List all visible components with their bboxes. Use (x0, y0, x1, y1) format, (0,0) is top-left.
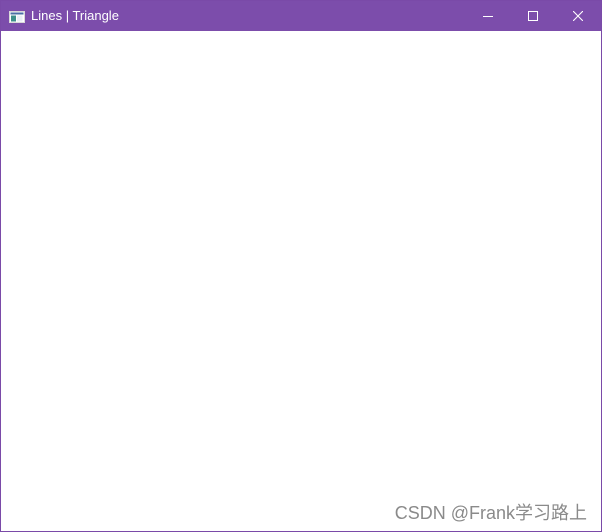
close-button[interactable] (555, 1, 601, 31)
maximize-icon (528, 11, 538, 21)
window-title: Lines | Triangle (31, 8, 119, 23)
app-window: Lines | Triangle CSDN @Frank学习路上 (0, 0, 602, 532)
app-window-icon (9, 10, 25, 23)
watermark-text: CSDN @Frank学习路上 (394, 503, 587, 523)
minimize-button[interactable] (465, 1, 511, 31)
minimize-icon (483, 11, 493, 21)
title-bar[interactable]: Lines | Triangle (1, 1, 601, 31)
drawing-canvas[interactable]: CSDN @Frank学习路上 (1, 31, 601, 531)
maximize-button[interactable] (510, 1, 556, 31)
close-icon (573, 11, 583, 21)
